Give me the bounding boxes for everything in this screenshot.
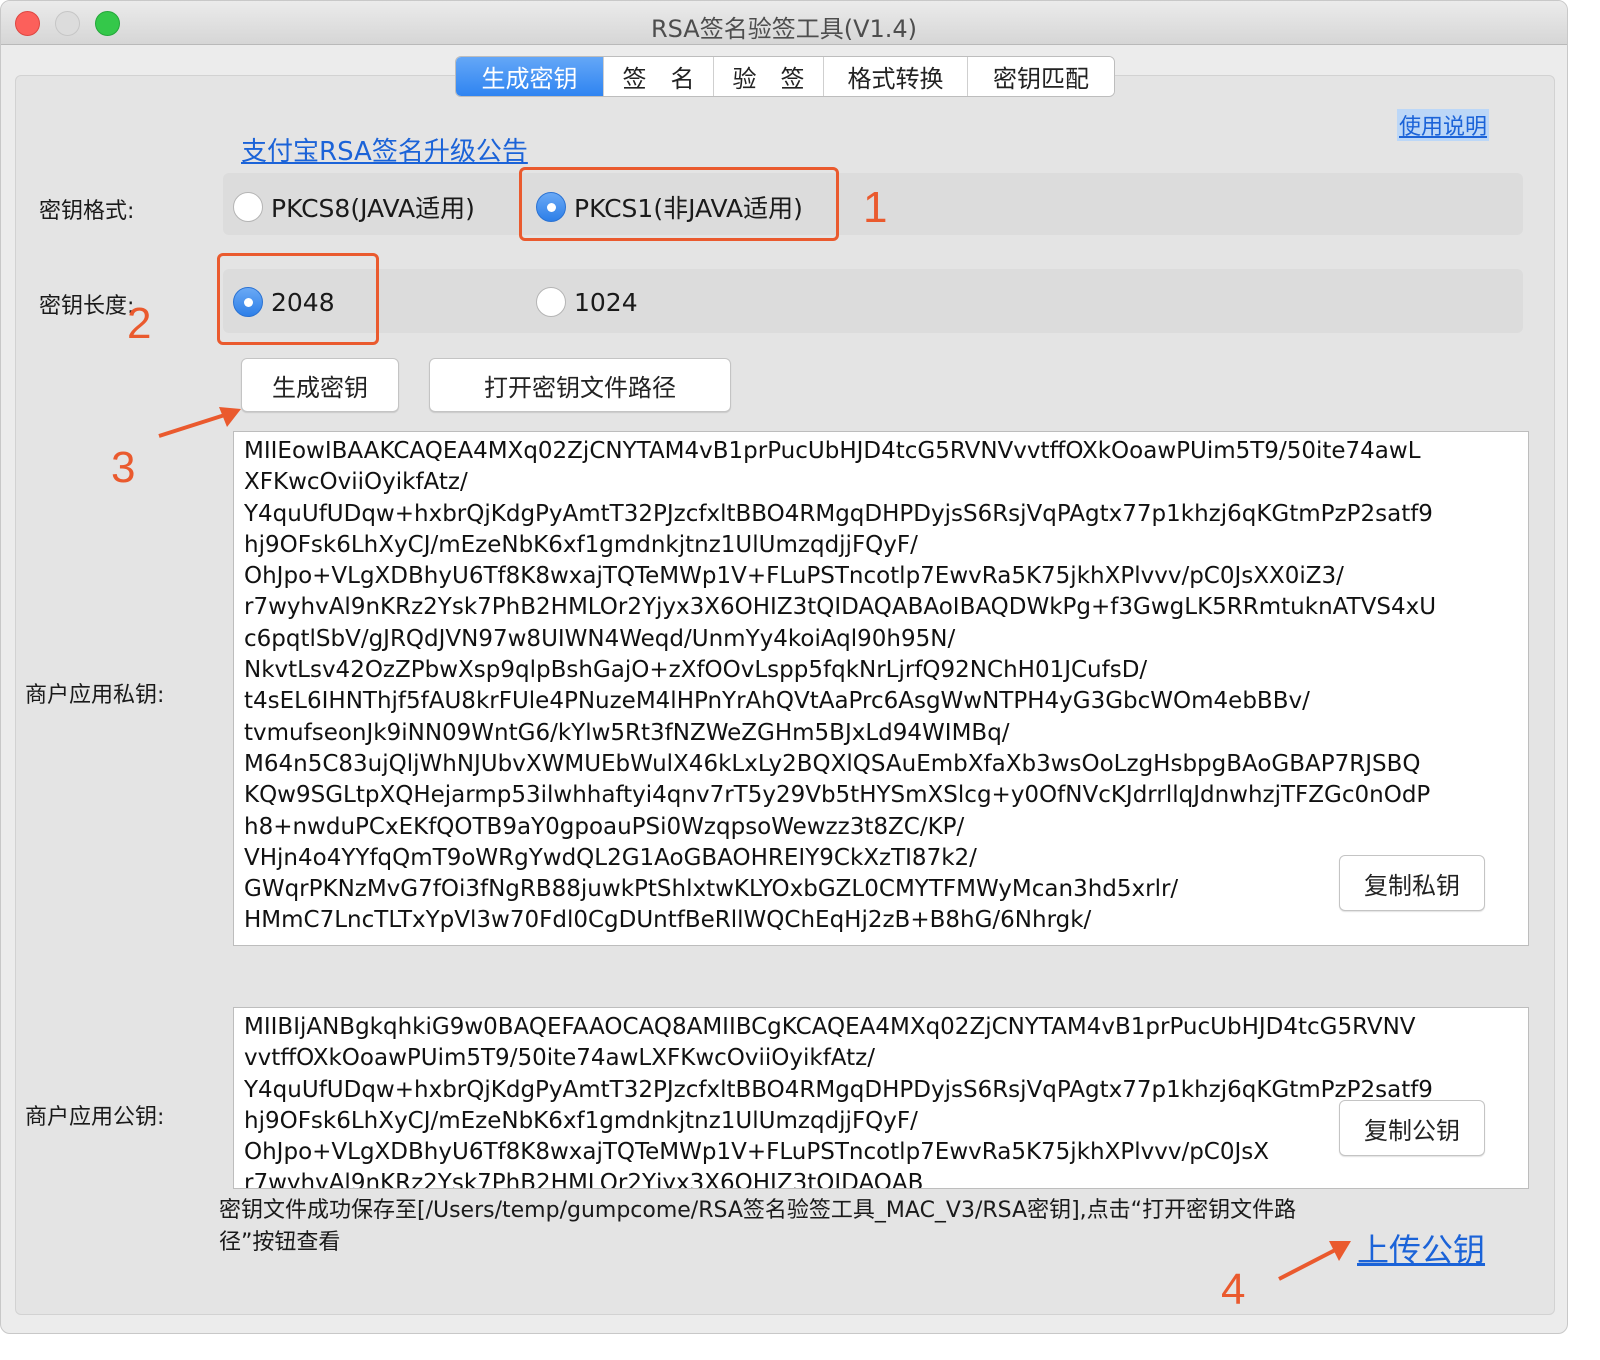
private-key-line: r7wyhvAl9nKRz2Ysk7PhB2HMLOr2Yjyx3X6OHIZ3… <box>244 594 1437 621</box>
public-key-line: Y4quUfUDqw+hxbrQjKdgPyAmtT32PJzcfxltBBO4… <box>244 1076 1433 1103</box>
open-key-path-button[interactable]: 打开密钥文件路径 <box>429 358 731 412</box>
annotation-box-2 <box>217 253 379 345</box>
private-key-line: HMmC7LncTLTxYpVl3w70Fdl0CgDUntfBeRllWQCh… <box>244 907 1092 934</box>
private-key-line: OhJpo+VLgXDBhyU6Tf8K8wxajTQTeMWp1V+FLuPS… <box>244 563 1344 590</box>
private-key-line: MIIEowIBAAKCAQEA4MXq02ZjCNYTAM4vB1prPucU… <box>244 438 1421 464</box>
copy-private-key-button[interactable]: 复制私钥 <box>1339 855 1485 911</box>
radio-pkcs8-button[interactable] <box>233 192 263 222</box>
annotation-arrow-3 <box>158 407 241 438</box>
annotation-number-1: 1 <box>863 183 888 232</box>
radio-1024[interactable]: 1024 <box>536 287 638 317</box>
private-key-line: VHjn4o4YYfqQmT9oWRgYwdQL2G1AoGBAOHREIY9C… <box>244 844 977 871</box>
public-key-label: 商户应用公钥: <box>25 1105 165 1130</box>
public-key-line: r7wyhvAl9nKRz2Ysk7PhB2HMLOr2Yjyx3X6OHIZ3… <box>244 1170 924 1189</box>
private-key-line: t4sEL6IHNThjf5fAU8krFUle4PNuzeM4lHPnYrAh… <box>244 688 1310 715</box>
generate-key-button[interactable]: 生成密钥 <box>241 358 399 412</box>
title-bar: RSA签名验签工具(V1.4) <box>1 1 1567 45</box>
private-key-label: 商户应用私钥: <box>25 683 165 708</box>
private-key-line: hj9OFsk6LhXyCJ/mEzeNbK6xf1gmdnkjtnz1UlUm… <box>244 531 918 558</box>
annotation-number-3: 3 <box>111 443 136 492</box>
public-key-line: vvtffOXkOoawPUim5T9/50ite74awLXFKwcOviiO… <box>244 1045 875 1072</box>
private-key-textarea[interactable]: MIIEowIBAAKCAQEA4MXq02ZjCNYTAM4vB1prPucU… <box>233 431 1529 946</box>
tab-sign[interactable]: 签 名 <box>604 57 714 96</box>
private-key-line: tvmufseonJk9iNN09WntG6/kYlw5Rt3fNZWeZGHm… <box>244 719 1010 746</box>
radio-pkcs8[interactable]: PKCS8(JAVA适用) <box>233 189 475 225</box>
radio-1024-label: 1024 <box>574 287 638 317</box>
key-length-group <box>223 269 1523 333</box>
public-key-line: MIIBIjANBgkqhkiG9w0BAQEFAAOCAQ8AMIIBCgKC… <box>244 1014 1416 1040</box>
announcement-link[interactable]: 支付宝RSA签名升级公告 <box>241 131 528 168</box>
private-key-line: c6pqtlSbV/gJRQdJVN97w8UIWN4Weqd/UnmYy4ko… <box>244 625 956 652</box>
radio-1024-button[interactable] <box>536 287 566 317</box>
radio-pkcs8-label: PKCS8(JAVA适用) <box>271 194 475 223</box>
upload-public-key-link[interactable]: 上传公钥 <box>1357 1225 1485 1271</box>
private-key-line: NkvtLsv42OzZPbwXsp9qlpBshGajO+zXfOOvLspp… <box>244 657 1148 684</box>
private-key-line: Y4quUfUDqw+hxbrQjKdgPyAmtT32PJzcfxltBBO4… <box>244 500 1433 527</box>
copy-public-key-button[interactable]: 复制公钥 <box>1339 1100 1485 1156</box>
status-message: 密钥文件成功保存至[/Users/temp/gumpcome/RSA签名验签工具… <box>219 1198 1297 1255</box>
public-key-textarea[interactable]: MIIBIjANBgkqhkiG9w0BAQEFAAOCAQ8AMIIBCgKC… <box>233 1007 1529 1189</box>
tab-generate-key[interactable]: 生成密钥 <box>456 57 604 96</box>
private-key-line: KQw9SGLtpXQHejarmp53ilwhhaftyi4qnv7rT5y2… <box>244 782 1431 809</box>
key-format-label: 密钥格式: <box>39 199 135 224</box>
annotation-number-2: 2 <box>127 299 152 348</box>
annotation-arrow-4 <box>1278 1241 1351 1281</box>
tab-verify[interactable]: 验 签 <box>714 57 824 96</box>
window-title: RSA签名验签工具(V1.4) <box>650 15 918 43</box>
tab-format-convert[interactable]: 格式转换 <box>824 57 968 96</box>
help-link[interactable]: 使用说明 <box>1397 109 1490 141</box>
annotation-number-4: 4 <box>1221 1265 1246 1314</box>
annotation-box-1 <box>519 167 839 241</box>
public-key-line: hj9OFsk6LhXyCJ/mEzeNbK6xf1gmdnkjtnz1UlUm… <box>244 1107 918 1134</box>
private-key-line: GWqrPKNzMvG7fOi3fNgRB88juwkPtShlxtwKLYOx… <box>244 876 1179 903</box>
private-key-line: h8+nwduPCxEKfQOTB9aY0gpoauPSi0WzqpsoWewz… <box>244 813 965 840</box>
app-window: RSA签名验签工具(V1.4) 生成密钥 签 名 验 签 格式转换 密钥匹配 使… <box>0 0 1568 1334</box>
key-length-label: 密钥长度: <box>39 294 135 319</box>
tab-bar: 生成密钥 签 名 验 签 格式转换 密钥匹配 <box>455 56 1115 97</box>
tab-key-match[interactable]: 密钥匹配 <box>968 57 1114 96</box>
private-key-line: XFKwcOviiOyikfAtz/ <box>244 469 468 496</box>
private-key-line: M64n5C83ujQljWhNJUbvXWMUEbWulX46kLxLy2BQ… <box>244 750 1421 777</box>
public-key-line: OhJpo+VLgXDBhyU6Tf8K8wxajTQTeMWp1V+FLuPS… <box>244 1139 1270 1166</box>
